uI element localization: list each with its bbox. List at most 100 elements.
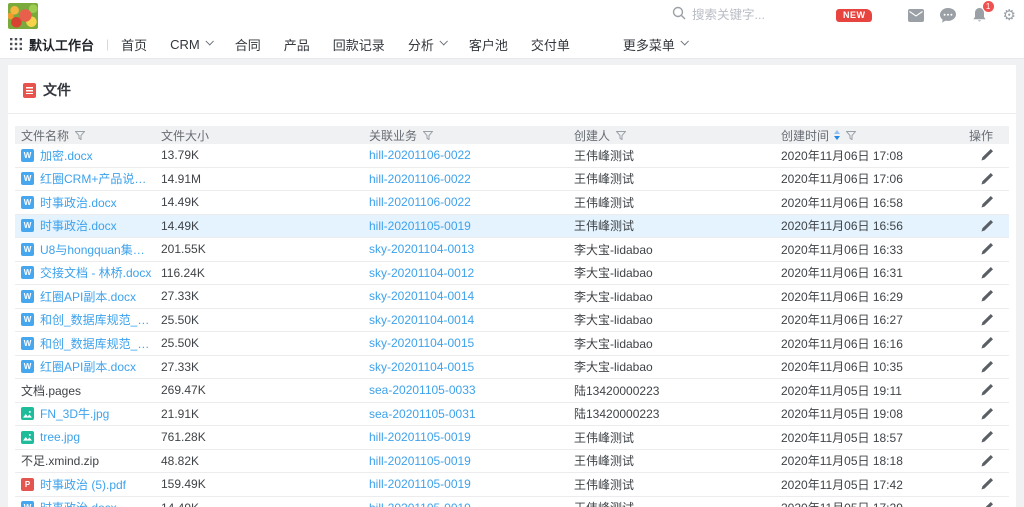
related-business-link[interactable]: hill-20201105-0019 [369, 477, 471, 491]
edit-icon[interactable] [981, 314, 993, 326]
table-row[interactable]: 时事政治.docx14.49Khill-20201106-0022王伟峰测试20… [15, 191, 1009, 215]
edit-icon[interactable] [981, 149, 993, 161]
table-row[interactable]: 不足.xmind.zip48.82Khill-20201105-0019王伟峰测… [15, 450, 1009, 474]
related-business-link[interactable]: sky-20201104-0012 [369, 266, 474, 280]
filter-icon[interactable] [75, 131, 85, 140]
file-name-cell: 和创_数据库规范_20171124.doc [15, 311, 155, 328]
edit-icon[interactable] [981, 196, 993, 208]
file-name-link[interactable]: 和创_数据库规范_20171124.doc [40, 311, 155, 328]
file-name-link[interactable]: FN_3D牛.jpg [40, 405, 109, 422]
created-time-cell: 2020年11月06日 17:08 [775, 147, 958, 164]
related-business-link[interactable]: sky-20201104-0014 [369, 313, 474, 327]
edit-icon[interactable] [981, 361, 993, 373]
file-name-link[interactable]: 红圈API副本.docx [40, 358, 136, 375]
file-name-link[interactable]: 时事政治.docx [40, 499, 117, 507]
related-business-link[interactable]: hill-20201105-0019 [369, 430, 471, 444]
edit-icon[interactable] [981, 220, 993, 232]
table-row[interactable]: 交接文档 - 林桥.docx116.24Ksky-20201104-0012李大… [15, 262, 1009, 286]
search-input[interactable] [692, 8, 810, 22]
edit-icon[interactable] [981, 431, 993, 443]
nav-item-7[interactable]: 客户池 [469, 35, 531, 54]
edit-icon[interactable] [981, 455, 993, 467]
nav-item-2[interactable]: CRM [170, 37, 235, 52]
file-name-link[interactable]: 交接文档 - 林桥.docx [40, 264, 151, 281]
chat-icon[interactable] [940, 8, 956, 23]
related-business-link[interactable]: hill-20201106-0022 [369, 148, 471, 162]
nav-item-1[interactable]: 首页 [121, 35, 170, 54]
column-header-3: 关联业务 [363, 127, 568, 144]
edit-icon[interactable] [981, 337, 993, 349]
workspace-title[interactable]: 默认工作台 [29, 35, 94, 54]
bell-icon[interactable]: 1 [972, 7, 987, 23]
related-business-link[interactable]: hill-20201105-0019 [369, 501, 471, 507]
file-name-link[interactable]: 时事政治 (5).pdf [40, 476, 126, 493]
nav-item-6[interactable]: 分析 [408, 35, 469, 54]
file-name-link[interactable]: 时事政治.docx [40, 194, 117, 211]
file-name-link[interactable]: 加密.docx [40, 147, 93, 164]
file-name-cell: tree.jpg [15, 430, 155, 444]
file-size: 269.47K [161, 383, 206, 397]
table-row[interactable]: 时事政治.docx14.49Khill-20201105-0019王伟峰测试20… [15, 215, 1009, 239]
nav-item-4[interactable]: 产品 [284, 35, 333, 54]
filter-icon[interactable] [423, 131, 433, 140]
table-row[interactable]: FN_3D牛.jpg21.91Ksea-20201105-0031陆134200… [15, 403, 1009, 427]
file-name-link[interactable]: 时事政治.docx [40, 217, 117, 234]
related-business-link[interactable]: sky-20201104-0015 [369, 336, 474, 350]
related-business-link[interactable]: sky-20201104-0013 [369, 242, 474, 256]
word-file-icon [21, 149, 34, 162]
sort-icon[interactable] [834, 130, 840, 140]
table-row[interactable]: 红圈API副本.docx27.33Ksky-20201104-0015李大宝-l… [15, 356, 1009, 380]
file-name-link[interactable]: 红圈CRM+产品说明201901_前端... [40, 170, 155, 187]
table-row[interactable]: 红圈API副本.docx27.33Ksky-20201104-0014李大宝-l… [15, 285, 1009, 309]
edit-icon[interactable] [981, 384, 993, 396]
edit-icon[interactable] [981, 173, 993, 185]
related-business-link[interactable]: sky-20201104-0015 [369, 360, 474, 374]
gear-icon[interactable]: ⚙ [1003, 8, 1016, 23]
table-row[interactable]: 和创_数据库规范_20171124.doc25.50Ksky-20201104-… [15, 309, 1009, 333]
nav-item-9[interactable]: 更多菜单 [623, 35, 710, 54]
related-business-link[interactable]: hill-20201106-0022 [369, 172, 471, 186]
chevron-down-icon [680, 37, 688, 45]
creator-name: 王伟峰测试 [574, 147, 634, 164]
file-name-link[interactable]: 红圈API副本.docx [40, 288, 136, 305]
table-row[interactable]: 加密.docx13.79Khill-20201106-0022王伟峰测试2020… [15, 144, 1009, 168]
related-business-link[interactable]: sky-20201104-0014 [369, 289, 474, 303]
file-size: 25.50K [161, 336, 199, 350]
table-row[interactable]: 时事政治.docx14.49Khill-20201105-0019王伟峰测试20… [15, 497, 1009, 507]
creator-cell: 李大宝-lidabao [568, 288, 775, 305]
edit-icon[interactable] [981, 267, 993, 279]
creator-name: 陆13420000223 [574, 382, 659, 399]
file-name-link[interactable]: 和创_数据库规范_20171124.doc [40, 335, 155, 352]
edit-icon[interactable] [981, 408, 993, 420]
file-name-link[interactable]: tree.jpg [40, 430, 80, 444]
related-business-link[interactable]: hill-20201105-0019 [369, 219, 471, 233]
nav-item-3[interactable]: 合同 [235, 35, 284, 54]
filter-icon[interactable] [616, 131, 626, 140]
edit-icon[interactable] [981, 243, 993, 255]
table-row[interactable]: 文档.pages269.47Ksea-20201105-0033陆1342000… [15, 379, 1009, 403]
table-row[interactable]: U8与hongquan集成方案.docx201.55Ksky-20201104-… [15, 238, 1009, 262]
logo-image[interactable] [8, 3, 38, 29]
edit-icon[interactable] [981, 478, 993, 490]
related-business-link[interactable]: hill-20201106-0022 [369, 195, 471, 209]
table-row[interactable]: 和创_数据库规范_20171124.doc 25.50K sky-20201104-… [15, 332, 1009, 356]
file-name-link[interactable]: U8与hongquan集成方案.docx [40, 241, 155, 258]
related-business-cell: hill-20201106-0022 [363, 195, 568, 209]
related-business-link[interactable]: sea-20201105-0031 [369, 407, 476, 421]
mail-icon[interactable] [908, 9, 924, 22]
nav-item-5[interactable]: 回款记录 [333, 35, 408, 54]
edit-icon[interactable] [981, 290, 993, 302]
new-badge[interactable]: NEW [836, 9, 872, 22]
apps-grid-icon[interactable] [10, 38, 22, 50]
table-row[interactable]: tree.jpg761.28Khill-20201105-0019王伟峰测试20… [15, 426, 1009, 450]
related-business-link[interactable]: sea-20201105-0033 [369, 383, 476, 397]
related-business-link[interactable]: hill-20201105-0019 [369, 454, 471, 468]
table-row[interactable]: 红圈CRM+产品说明201901_前端...14.91Mhill-2020110… [15, 168, 1009, 192]
table-row[interactable]: 时事政治 (5).pdf159.49Khill-20201105-0019王伟峰… [15, 473, 1009, 497]
nav-item-8[interactable]: 交付单 [531, 35, 593, 54]
edit-icon[interactable] [981, 502, 993, 507]
search-box[interactable] [672, 6, 810, 25]
action-cell [958, 196, 1009, 208]
filter-icon[interactable] [846, 131, 856, 140]
related-business-cell: hill-20201105-0019 [363, 430, 568, 444]
